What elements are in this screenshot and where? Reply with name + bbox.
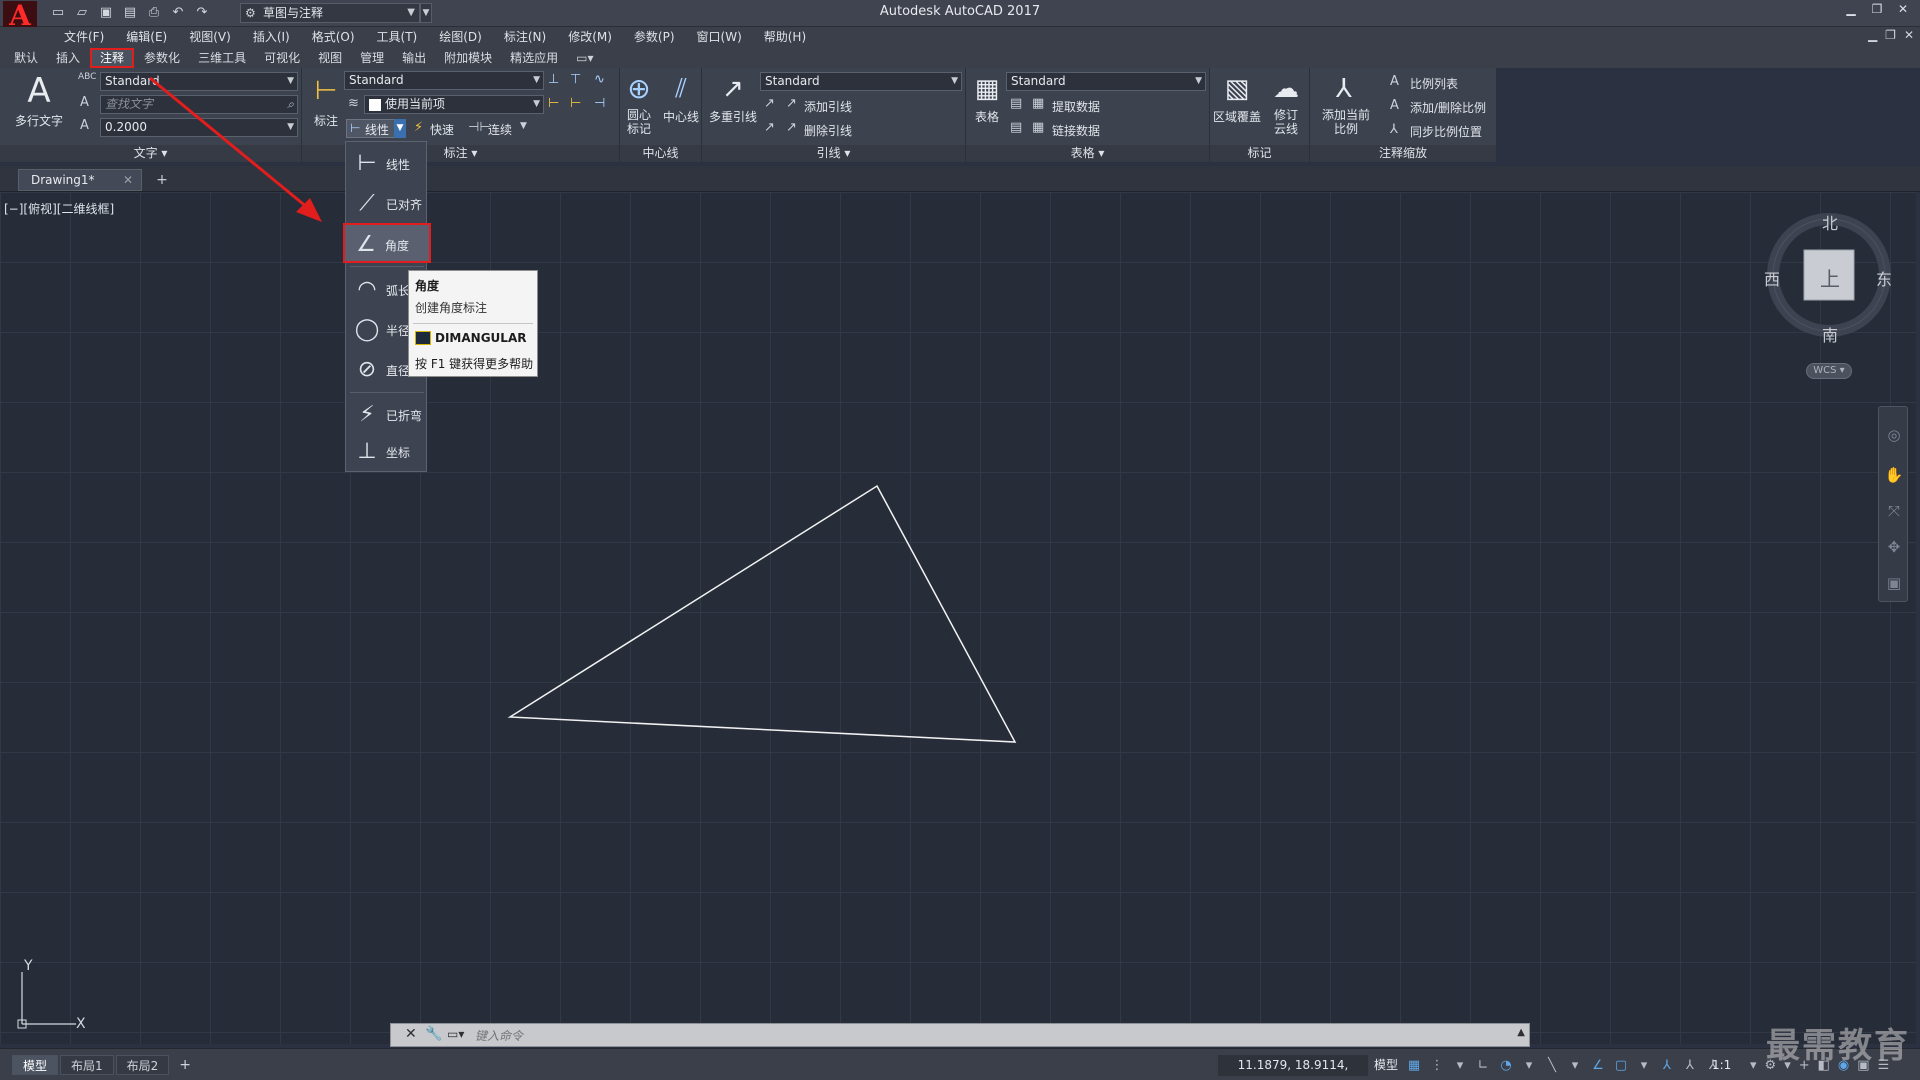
- wrench-icon[interactable]: 🔧: [425, 1026, 442, 1042]
- dropdown-item-label: 弧长: [386, 284, 411, 298]
- chevron-down-icon[interactable]: ▾: [1636, 1055, 1652, 1076]
- aligned-dim-icon: ⟋: [359, 191, 375, 216]
- close-icon[interactable]: ✕: [405, 1026, 417, 1042]
- linear-dim-icon: ⊢: [357, 151, 377, 176]
- compass-east[interactable]: 东: [1876, 266, 1892, 290]
- annotation-scale-value[interactable]: 1:1: [1712, 1055, 1731, 1076]
- chevron-down-icon[interactable]: ▾: [1452, 1055, 1468, 1076]
- dropdown-item-label: 坐标: [386, 446, 411, 460]
- ordinate-icon: ⊥: [357, 439, 377, 464]
- dropdown-separator: [350, 392, 424, 393]
- tooltip-title: 角度: [415, 279, 440, 293]
- model-space-toggle[interactable]: 模型: [1374, 1055, 1398, 1076]
- annotation-visibility-icon[interactable]: ⅄: [1659, 1055, 1675, 1076]
- jogged-icon: ⚡: [359, 402, 375, 427]
- dropdown-item-angular[interactable]: ∠ 角度: [343, 223, 431, 263]
- chevron-up-icon[interactable]: ▲: [1517, 1027, 1525, 1038]
- dropdown-item-label: 已折弯: [386, 409, 423, 423]
- compass-west[interactable]: 西: [1764, 266, 1780, 290]
- dropdown-item-label: 已对齐: [386, 198, 423, 212]
- command-prompt-icon[interactable]: ▭▾: [447, 1027, 469, 1043]
- status-bar: 模型 布局1 布局2 + 11.1879, 18.9114, 0.0000 模型…: [0, 1048, 1920, 1080]
- tooltip-help: 按 F1 键获得更多帮助: [415, 357, 534, 371]
- tab-model[interactable]: 模型: [12, 1055, 59, 1075]
- diameter-icon: ⊘: [357, 357, 377, 382]
- status-toggles: ▦ ⋮ ▾ ∟ ◔ ▾ ╲ ▾ ∠ ▢ ▾ ⅄ ⅄ ⅄: [1406, 1055, 1721, 1076]
- tooltip-command: DIMANGULAR: [435, 331, 527, 345]
- layout-tabs: 模型 布局1 布局2 +: [12, 1055, 199, 1075]
- add-layout-button[interactable]: +: [171, 1055, 199, 1075]
- svg-text:X: X: [76, 1016, 86, 1032]
- wcs-menu[interactable]: WCS ▾: [1806, 363, 1852, 379]
- dropdown-item-ordinate[interactable]: ⊥ 坐标: [346, 432, 428, 472]
- command-line: ✕ 🔧 ▭▾ ▲: [390, 1023, 1530, 1047]
- dropdown-item-label: 线性: [386, 158, 411, 172]
- zoom-icon[interactable]: ⤧: [1884, 501, 1904, 521]
- viewcube[interactable]: 北 南 东 西 上: [1764, 210, 1894, 345]
- dropdown-item-label: 角度: [385, 239, 410, 253]
- command-input[interactable]: [475, 1027, 1505, 1044]
- isodraft-icon[interactable]: ╲: [1544, 1055, 1560, 1076]
- dropdown-item-label: 半径: [386, 324, 411, 338]
- wcs-label: WCS: [1813, 365, 1837, 376]
- tooltip-separator: [413, 323, 533, 324]
- svg-text:Y: Y: [23, 958, 33, 974]
- radius-icon: ◯: [354, 317, 380, 342]
- navigation-bar: ◎ ✋ ⤧ ✥ ▣: [1878, 406, 1908, 602]
- grid-icon[interactable]: ▦: [1406, 1055, 1422, 1076]
- arc-length-icon: ◠: [357, 277, 377, 302]
- dropdown-item-label: 直径: [386, 364, 411, 378]
- showmotion-icon[interactable]: ▣: [1884, 573, 1904, 593]
- triangle-shape[interactable]: [507, 484, 1017, 743]
- pan-icon[interactable]: ✋: [1884, 465, 1904, 485]
- tab-layout2[interactable]: 布局2: [115, 1055, 170, 1075]
- chevron-down-icon[interactable]: ▾: [1750, 1055, 1757, 1076]
- snap-icon[interactable]: ⋮: [1429, 1055, 1445, 1076]
- steering-wheel-icon[interactable]: ◎: [1884, 425, 1904, 445]
- angular-dim-icon: ∠: [356, 232, 376, 257]
- coordinates-readout[interactable]: 11.1879, 18.9114, 0.0000: [1218, 1055, 1368, 1080]
- orbit-icon[interactable]: ✥: [1884, 537, 1904, 557]
- red-arrow-line: [149, 76, 309, 210]
- tooltip-description: 创建角度标注: [415, 301, 488, 315]
- angular-tooltip: 角度 创建角度标注 DIMANGULAR 按 F1 键获得更多帮助: [408, 270, 538, 377]
- viewcube-top-face[interactable]: 上: [1820, 263, 1840, 292]
- watermark-text: 最需教育: [1766, 1026, 1910, 1066]
- object-snap-icon[interactable]: ▢: [1613, 1055, 1629, 1076]
- auto-scale-icon[interactable]: ⅄: [1682, 1055, 1698, 1076]
- compass-south[interactable]: 南: [1822, 322, 1838, 346]
- object-snap-tracking-icon[interactable]: ∠: [1590, 1055, 1606, 1076]
- command-icon: [415, 331, 431, 345]
- chevron-down-icon[interactable]: ▾: [1567, 1055, 1583, 1076]
- dropdown-item-jogged[interactable]: ⚡ 已折弯: [346, 395, 428, 435]
- tab-layout1[interactable]: 布局1: [60, 1055, 114, 1075]
- chevron-down-icon[interactable]: ▾: [1521, 1055, 1537, 1076]
- polar-icon[interactable]: ◔: [1498, 1055, 1514, 1076]
- ortho-icon[interactable]: ∟: [1475, 1055, 1491, 1076]
- dropdown-item-linear[interactable]: ⊢ 线性: [346, 144, 428, 184]
- canvas-drawing-overlay: [149, 76, 1017, 743]
- dropdown-separator: [350, 266, 424, 267]
- ucs-icon: Y X: [17, 958, 86, 1032]
- dropdown-item-aligned[interactable]: ⟋ 已对齐: [346, 184, 428, 224]
- compass-north[interactable]: 北: [1822, 210, 1838, 234]
